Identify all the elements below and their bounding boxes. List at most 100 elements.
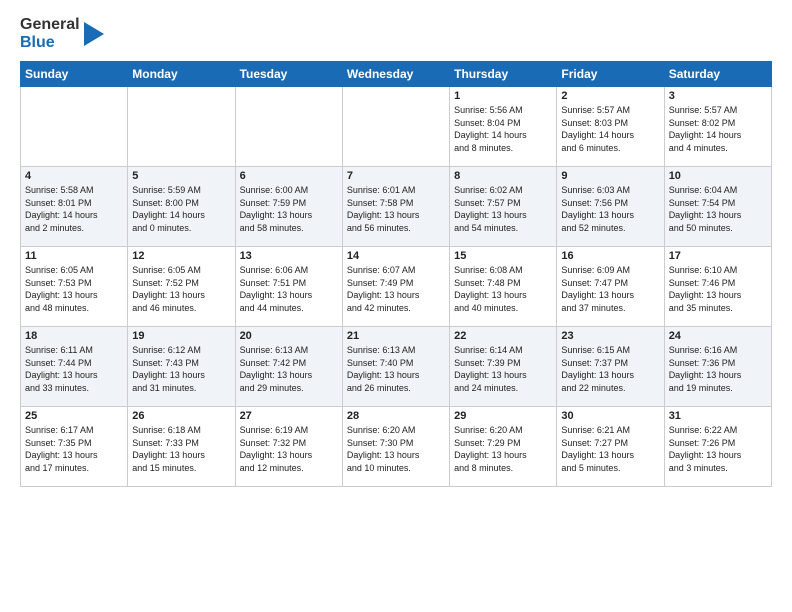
calendar-cell: 11 Sunrise: 6:05 AM Sunset: 7:53 PM Dayli… [21, 247, 128, 327]
day-number: 1 [454, 90, 552, 102]
weekday-header-wednesday: Wednesday [342, 62, 449, 87]
day-number: 21 [347, 330, 445, 342]
calendar-cell: 25 Sunrise: 6:17 AM Sunset: 7:35 PM Dayli… [21, 407, 128, 487]
day-info: Sunrise: 6:11 AM Sunset: 7:44 PM Dayligh… [25, 344, 123, 394]
day-number: 30 [561, 410, 659, 422]
calendar-cell: 29 Sunrise: 6:20 AM Sunset: 7:29 PM Dayli… [450, 407, 557, 487]
weekday-header-row: SundayMondayTuesdayWednesdayThursdayFrid… [21, 62, 772, 87]
calendar-week-row: 1Sunrise: 5:56 AM Sunset: 8:04 PM Daylig… [21, 87, 772, 167]
day-info: Sunrise: 6:18 AM Sunset: 7:33 PM Dayligh… [132, 424, 230, 474]
calendar-cell: 16Sunrise: 6:09 AM Sunset: 7:47 PM Dayli… [557, 247, 664, 327]
day-info: Sunrise: 5:57 AM Sunset: 8:02 PM Dayligh… [669, 104, 767, 154]
day-info: Sunrise: 6:15 AM Sunset: 7:37 PM Dayligh… [561, 344, 659, 394]
weekday-header-friday: Friday [557, 62, 664, 87]
day-number: 17 [669, 250, 767, 262]
day-number: 20 [240, 330, 338, 342]
calendar-cell: 3 Sunrise: 5:57 AM Sunset: 8:02 PM Daylig… [664, 87, 771, 167]
calendar-table: SundayMondayTuesdayWednesdayThursdayFrid… [20, 61, 772, 487]
calendar-week-row: 25 Sunrise: 6:17 AM Sunset: 7:35 PM Dayli… [21, 407, 772, 487]
calendar-cell: 19 Sunrise: 6:12 AM Sunset: 7:43 PM Dayli… [128, 327, 235, 407]
day-number: 3 [669, 90, 767, 102]
day-number: 26 [132, 410, 230, 422]
day-info: Sunrise: 6:05 AM Sunset: 7:53 PM Dayligh… [25, 264, 123, 314]
day-info: Sunrise: 6:21 AM Sunset: 7:27 PM Dayligh… [561, 424, 659, 474]
calendar-cell: 23 Sunrise: 6:15 AM Sunset: 7:37 PM Dayli… [557, 327, 664, 407]
day-info: Sunrise: 6:20 AM Sunset: 7:29 PM Dayligh… [454, 424, 552, 474]
calendar-cell: 6 Sunrise: 6:00 AM Sunset: 7:59 PM Daylig… [235, 167, 342, 247]
calendar-cell: 13 Sunrise: 6:06 AM Sunset: 7:51 PM Dayli… [235, 247, 342, 327]
day-info: Sunrise: 6:10 AM Sunset: 7:46 PM Dayligh… [669, 264, 767, 314]
calendar-cell [128, 87, 235, 167]
weekday-header-tuesday: Tuesday [235, 62, 342, 87]
calendar-week-row: 4Sunrise: 5:58 AM Sunset: 8:01 PM Daylig… [21, 167, 772, 247]
weekday-header-thursday: Thursday [450, 62, 557, 87]
day-info: Sunrise: 6:09 AM Sunset: 7:47 PM Dayligh… [561, 264, 659, 314]
day-number: 10 [669, 170, 767, 182]
calendar-cell: 8 Sunrise: 6:02 AM Sunset: 7:57 PM Daylig… [450, 167, 557, 247]
calendar-cell: 31 Sunrise: 6:22 AM Sunset: 7:26 PM Dayli… [664, 407, 771, 487]
day-number: 22 [454, 330, 552, 342]
day-info: Sunrise: 6:22 AM Sunset: 7:26 PM Dayligh… [669, 424, 767, 474]
day-number: 31 [669, 410, 767, 422]
page-header: GeneralBlue [20, 16, 772, 51]
day-info: Sunrise: 6:05 AM Sunset: 7:52 PM Dayligh… [132, 264, 230, 314]
calendar-cell: 17 Sunrise: 6:10 AM Sunset: 7:46 PM Dayli… [664, 247, 771, 327]
calendar-cell: 10 Sunrise: 6:04 AM Sunset: 7:54 PM Dayli… [664, 167, 771, 247]
day-number: 29 [454, 410, 552, 422]
day-number: 11 [25, 250, 123, 262]
day-info: Sunrise: 5:59 AM Sunset: 8:00 PM Dayligh… [132, 184, 230, 234]
logo: GeneralBlue [20, 16, 104, 51]
calendar-cell: 12 Sunrise: 6:05 AM Sunset: 7:52 PM Dayli… [128, 247, 235, 327]
day-number: 5 [132, 170, 230, 182]
day-info: Sunrise: 6:19 AM Sunset: 7:32 PM Dayligh… [240, 424, 338, 474]
weekday-header-sunday: Sunday [21, 62, 128, 87]
day-number: 9 [561, 170, 659, 182]
day-info: Sunrise: 6:02 AM Sunset: 7:57 PM Dayligh… [454, 184, 552, 234]
calendar-cell: 1Sunrise: 5:56 AM Sunset: 8:04 PM Daylig… [450, 87, 557, 167]
day-info: Sunrise: 6:08 AM Sunset: 7:48 PM Dayligh… [454, 264, 552, 314]
day-info: Sunrise: 6:20 AM Sunset: 7:30 PM Dayligh… [347, 424, 445, 474]
calendar-cell: 20 Sunrise: 6:13 AM Sunset: 7:42 PM Dayli… [235, 327, 342, 407]
calendar-cell: 15 Sunrise: 6:08 AM Sunset: 7:48 PM Dayli… [450, 247, 557, 327]
day-number: 14 [347, 250, 445, 262]
calendar-cell: 5 Sunrise: 5:59 AM Sunset: 8:00 PM Daylig… [128, 167, 235, 247]
calendar-cell: 4Sunrise: 5:58 AM Sunset: 8:01 PM Daylig… [21, 167, 128, 247]
day-number: 12 [132, 250, 230, 262]
calendar-cell: 7 Sunrise: 6:01 AM Sunset: 7:58 PM Daylig… [342, 167, 449, 247]
calendar-cell: 26 Sunrise: 6:18 AM Sunset: 7:33 PM Dayli… [128, 407, 235, 487]
calendar-cell [342, 87, 449, 167]
logo-container: GeneralBlue [20, 16, 104, 51]
calendar-cell: 28 Sunrise: 6:20 AM Sunset: 7:30 PM Dayli… [342, 407, 449, 487]
calendar-cell: 30 Sunrise: 6:21 AM Sunset: 7:27 PM Dayli… [557, 407, 664, 487]
day-info: Sunrise: 6:14 AM Sunset: 7:39 PM Dayligh… [454, 344, 552, 394]
calendar-week-row: 18 Sunrise: 6:11 AM Sunset: 7:44 PM Dayli… [21, 327, 772, 407]
day-number: 28 [347, 410, 445, 422]
day-number: 25 [25, 410, 123, 422]
day-number: 13 [240, 250, 338, 262]
day-number: 15 [454, 250, 552, 262]
day-info: Sunrise: 6:12 AM Sunset: 7:43 PM Dayligh… [132, 344, 230, 394]
day-info: Sunrise: 6:01 AM Sunset: 7:58 PM Dayligh… [347, 184, 445, 234]
day-info: Sunrise: 6:16 AM Sunset: 7:36 PM Dayligh… [669, 344, 767, 394]
weekday-header-saturday: Saturday [664, 62, 771, 87]
day-number: 18 [25, 330, 123, 342]
day-number: 27 [240, 410, 338, 422]
day-number: 6 [240, 170, 338, 182]
calendar-cell: 2Sunrise: 5:57 AM Sunset: 8:03 PM Daylig… [557, 87, 664, 167]
day-info: Sunrise: 6:00 AM Sunset: 7:59 PM Dayligh… [240, 184, 338, 234]
calendar-week-row: 11 Sunrise: 6:05 AM Sunset: 7:53 PM Dayli… [21, 247, 772, 327]
day-info: Sunrise: 6:13 AM Sunset: 7:40 PM Dayligh… [347, 344, 445, 394]
day-info: Sunrise: 5:57 AM Sunset: 8:03 PM Dayligh… [561, 104, 659, 154]
day-info: Sunrise: 6:17 AM Sunset: 7:35 PM Dayligh… [25, 424, 123, 474]
day-info: Sunrise: 6:13 AM Sunset: 7:42 PM Dayligh… [240, 344, 338, 394]
day-info: Sunrise: 6:06 AM Sunset: 7:51 PM Dayligh… [240, 264, 338, 314]
day-number: 23 [561, 330, 659, 342]
calendar-cell: 22 Sunrise: 6:14 AM Sunset: 7:39 PM Dayli… [450, 327, 557, 407]
day-info: Sunrise: 6:04 AM Sunset: 7:54 PM Dayligh… [669, 184, 767, 234]
calendar-cell: 21 Sunrise: 6:13 AM Sunset: 7:40 PM Dayli… [342, 327, 449, 407]
calendar-cell: 18 Sunrise: 6:11 AM Sunset: 7:44 PM Dayli… [21, 327, 128, 407]
weekday-header-monday: Monday [128, 62, 235, 87]
day-number: 19 [132, 330, 230, 342]
day-number: 7 [347, 170, 445, 182]
day-number: 8 [454, 170, 552, 182]
